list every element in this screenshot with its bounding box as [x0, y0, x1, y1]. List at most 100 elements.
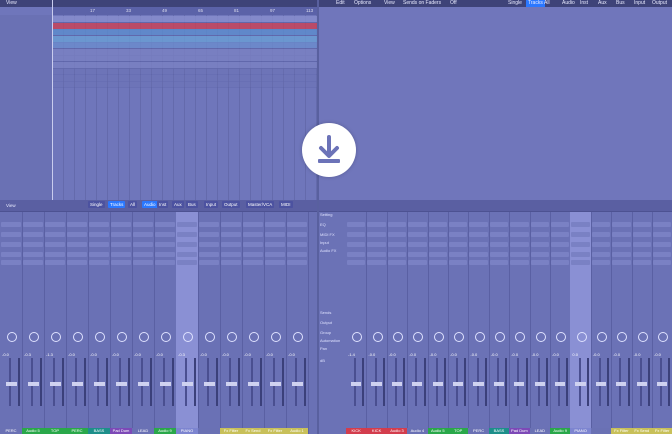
strip-slot[interactable]: [632, 222, 651, 227]
view-menu[interactable]: View: [6, 202, 16, 209]
strip-slot[interactable]: [265, 252, 285, 257]
strip-slot[interactable]: [612, 252, 631, 257]
strip-slot[interactable]: [653, 222, 672, 227]
pan-knob[interactable]: [556, 332, 567, 342]
strip-slot[interactable]: [469, 260, 488, 265]
strip-slot[interactable]: [199, 222, 219, 227]
strip-slot[interactable]: [428, 252, 447, 257]
channel-strip[interactable]: -0.0 Fx Filter: [264, 212, 287, 434]
strip-slot[interactable]: [428, 232, 447, 237]
pan-knob[interactable]: [617, 332, 628, 342]
channel-strip[interactable]: -0.0 PERC: [468, 212, 490, 434]
strip-slot[interactable]: [632, 242, 651, 247]
strip-slot[interactable]: [571, 252, 590, 257]
strip-slot[interactable]: [243, 260, 263, 265]
channel-strip[interactable]: -0.0 Audio 3: [386, 212, 409, 434]
strip-slot[interactable]: [347, 260, 366, 265]
strip-slot[interactable]: [387, 252, 407, 257]
strip-slot[interactable]: [591, 232, 611, 237]
strip-slot[interactable]: [387, 260, 407, 265]
strip-slot[interactable]: [111, 232, 131, 237]
strip-slot[interactable]: [510, 252, 529, 257]
strip-slot[interactable]: [243, 242, 263, 247]
pan-knob[interactable]: [596, 332, 607, 342]
pan-knob[interactable]: [637, 332, 648, 342]
fader-cap[interactable]: [371, 382, 382, 386]
strip-slot[interactable]: [591, 252, 611, 257]
strip-slot[interactable]: [265, 260, 285, 265]
strip-slot[interactable]: [287, 232, 307, 237]
strip-slot[interactable]: [591, 260, 611, 265]
pan-knob[interactable]: [494, 332, 505, 342]
channel-strip[interactable]: -0.0 Fx Filter: [652, 212, 672, 434]
fader-cap[interactable]: [115, 382, 127, 386]
filter-button[interactable]: Tracks: [108, 201, 126, 208]
pan-knob[interactable]: [72, 332, 83, 342]
strip-slot[interactable]: [489, 242, 509, 247]
pan-knob[interactable]: [226, 332, 237, 342]
strip-slot[interactable]: [489, 260, 509, 265]
fader-cap[interactable]: [49, 382, 61, 386]
fader-cap[interactable]: [412, 382, 423, 386]
strip-slot[interactable]: [1, 242, 21, 247]
strip-slot[interactable]: [551, 252, 570, 257]
channel-strip[interactable]: -0.0 Audio 5: [427, 212, 449, 434]
strip-slot[interactable]: [23, 260, 43, 265]
track-lane[interactable]: [52, 81, 318, 88]
fader-cap[interactable]: [137, 382, 149, 386]
strip-slot[interactable]: [23, 242, 43, 247]
download-button[interactable]: [302, 123, 356, 177]
strip-slot[interactable]: [243, 222, 263, 227]
strip-slot[interactable]: [347, 232, 366, 237]
pan-knob[interactable]: [413, 332, 424, 342]
strip-slot[interactable]: [591, 222, 611, 227]
strip-slot[interactable]: [408, 222, 427, 227]
strip-slot[interactable]: [489, 232, 509, 237]
strip-slot[interactable]: [489, 222, 509, 227]
channel-strip[interactable]: -0.0 Pad Dum: [509, 212, 531, 434]
fader-cap[interactable]: [269, 382, 281, 386]
strip-slot[interactable]: [510, 242, 529, 247]
strip-slot[interactable]: [199, 260, 219, 265]
strip-slot[interactable]: [199, 252, 219, 257]
strip-slot[interactable]: [221, 242, 241, 247]
pan-knob[interactable]: [576, 332, 587, 342]
pan-knob[interactable]: [292, 332, 303, 342]
strip-slot[interactable]: [133, 252, 153, 257]
strip-slot[interactable]: [551, 260, 570, 265]
strip-slot[interactable]: [530, 242, 549, 247]
fader-cap[interactable]: [575, 382, 586, 386]
filter-button[interactable]: Audio: [562, 0, 575, 7]
filter-button[interactable]: Input: [204, 201, 219, 208]
strip-slot[interactable]: [67, 232, 87, 237]
channel-strip[interactable]: -0.0 BASS: [88, 212, 111, 434]
pan-knob[interactable]: [515, 332, 526, 342]
strip-slot[interactable]: [177, 222, 197, 227]
fader-cap[interactable]: [203, 382, 215, 386]
strip-slot[interactable]: [449, 232, 468, 237]
channel-strip[interactable]: -0.0 Fx Send: [242, 212, 265, 434]
channel-strip[interactable]: -0.0 Fx Send: [631, 212, 653, 434]
strip-slot[interactable]: [612, 242, 631, 247]
filter-button[interactable]: Single: [88, 201, 105, 208]
pan-knob[interactable]: [658, 332, 669, 342]
strip-slot[interactable]: [177, 242, 197, 247]
toolbar-menu-item[interactable]: View: [384, 0, 395, 7]
strip-slot[interactable]: [67, 222, 87, 227]
channel-strip[interactable]: -0.0 TOP: [448, 212, 470, 434]
channel-strip[interactable]: -0.0 KICK: [366, 212, 388, 434]
strip-slot[interactable]: [632, 252, 651, 257]
strip-slot[interactable]: [199, 242, 219, 247]
pan-knob[interactable]: [474, 332, 485, 342]
fader-cap[interactable]: [616, 382, 627, 386]
strip-slot[interactable]: [89, 242, 109, 247]
pan-knob[interactable]: [6, 332, 17, 342]
channel-strip[interactable]: -1.4 KICK: [346, 212, 368, 434]
filter-button[interactable]: Output: [652, 0, 667, 7]
pan-knob[interactable]: [392, 332, 403, 342]
strip-slot[interactable]: [612, 232, 631, 237]
strip-slot[interactable]: [347, 242, 366, 247]
fader-cap[interactable]: [636, 382, 647, 386]
strip-slot[interactable]: [155, 260, 175, 265]
strip-slot[interactable]: [67, 260, 87, 265]
